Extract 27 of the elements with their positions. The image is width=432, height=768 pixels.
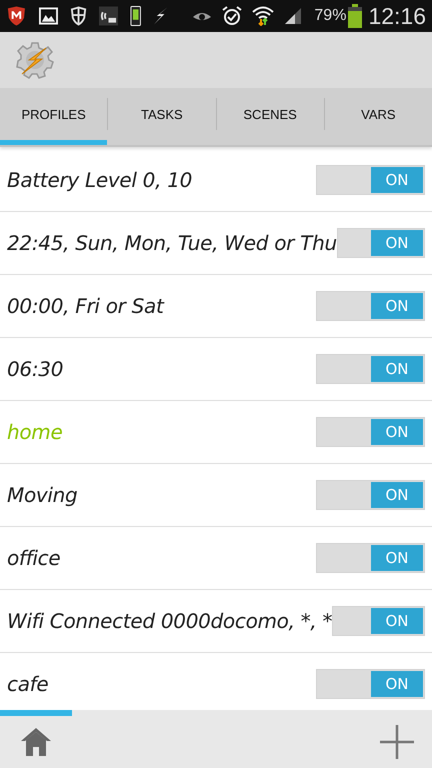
tab[interactable]: VARS	[324, 88, 432, 145]
image-icon	[38, 7, 58, 25]
profile-name[interactable]: 22:45, Sun, Mon, Tue, Wed or Thu	[7, 231, 337, 255]
scroll-indicator	[0, 710, 72, 716]
signal-icon	[284, 7, 302, 25]
wifi-icon	[252, 6, 274, 26]
tab[interactable]: TASKS	[108, 88, 216, 145]
shield-icon	[6, 5, 27, 27]
alarm-icon	[222, 6, 242, 26]
profile-name[interactable]: 06:30	[7, 357, 316, 381]
profile-name[interactable]: Moving	[7, 483, 316, 507]
profile-name[interactable]: 00:00, Fri or Sat	[7, 294, 316, 318]
profile-name[interactable]: office	[7, 546, 316, 570]
add-icon[interactable]	[380, 725, 414, 759]
shield-icon	[70, 6, 87, 26]
battery-percentage: 79%	[314, 7, 346, 25]
tab[interactable]: SCENES	[216, 88, 324, 145]
profile-name[interactable]: Wifi Connected 0000docomo, *, *	[7, 609, 332, 633]
wireless-icon	[98, 6, 118, 26]
battery-icon	[348, 4, 362, 28]
profile-name[interactable]: Battery Level 0, 10	[7, 168, 316, 192]
profile-name[interactable]: cafe	[7, 672, 316, 696]
tab[interactable]: PROFILES	[0, 88, 108, 145]
app-logo-icon[interactable]	[16, 41, 54, 79]
clock-time: 12:16	[368, 2, 426, 30]
home-icon[interactable]	[20, 727, 52, 757]
phone-icon	[130, 5, 142, 27]
